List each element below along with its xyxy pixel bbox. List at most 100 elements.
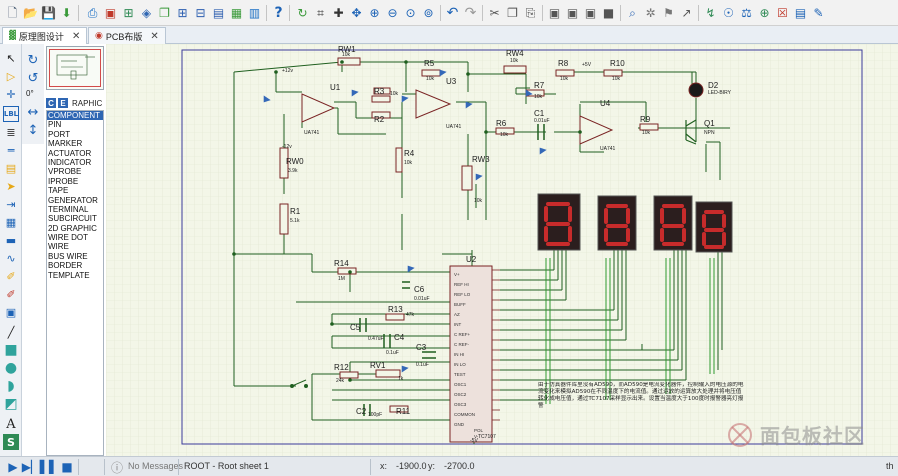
redo-icon[interactable]: ↷	[462, 4, 479, 21]
list-item[interactable]: SUBCIRCUIT	[47, 214, 103, 223]
pin-icon[interactable]: ⇥	[3, 196, 19, 212]
rotate-ccw-icon[interactable]: ↺	[25, 70, 41, 86]
circle-icon[interactable]: ●	[3, 360, 19, 376]
list-item[interactable]: PIN	[47, 120, 103, 129]
search-icon[interactable]: ☉	[720, 4, 737, 21]
zoom-in-lens-icon[interactable]: ⊕	[366, 4, 383, 21]
zoom-area-icon[interactable]: ▦	[228, 4, 245, 21]
packaging-icon[interactable]: ⚑	[660, 4, 677, 21]
symbol-icon[interactable]: S	[3, 434, 19, 450]
stop-icon[interactable]: ■	[60, 460, 74, 474]
help-icon[interactable]: ?	[270, 4, 287, 21]
pause-icon[interactable]: ▌▌	[40, 460, 58, 474]
close-icon[interactable]: ✕	[150, 31, 158, 42]
open-folder-icon[interactable]: 📂	[22, 4, 39, 21]
print-icon[interactable]: ⎙	[84, 4, 101, 21]
list-item[interactable]: TAPE	[47, 186, 103, 195]
rotate-cw-icon[interactable]: ↻	[25, 52, 41, 68]
zoom-window-icon[interactable]: ⊚	[420, 4, 437, 21]
origin-cross-icon[interactable]: ✚	[330, 4, 347, 21]
undo-icon[interactable]: ↶	[444, 4, 461, 21]
graph-icon[interactable]: ▦	[3, 214, 19, 230]
block-move-icon[interactable]: ▣	[564, 4, 581, 21]
edit-button[interactable]: E	[58, 98, 68, 108]
text-script-icon[interactable]: ≣	[3, 124, 19, 140]
schematic-canvas[interactable]: RW1 10k RW4 10k RW0 3.9k R1 5.1k RW3 10k…	[106, 44, 898, 456]
junction-dot-icon[interactable]: ✛	[3, 86, 19, 102]
box-icon[interactable]: ■	[3, 342, 19, 358]
property-assign-icon[interactable]: ⚖	[738, 4, 755, 21]
instrument-icon[interactable]: ▣	[3, 304, 19, 320]
paste-icon[interactable]: ⎘	[522, 4, 539, 21]
text-icon[interactable]: A	[3, 416, 19, 432]
grid-toggle-icon[interactable]: ⌗	[312, 4, 329, 21]
list-item[interactable]: BUS WIRE	[47, 252, 103, 261]
zoom-out-lens-icon[interactable]: ⊖	[384, 4, 401, 21]
object-selector-list[interactable]: COMPONENT PIN PORT MARKER ACTUATOR INDIC…	[46, 110, 104, 456]
list-item[interactable]: IPROBE	[47, 177, 103, 186]
list-item[interactable]: COMPONENT	[47, 111, 103, 121]
save-icon[interactable]: 💾	[40, 4, 57, 21]
origin-icon[interactable]: ◈	[138, 4, 155, 21]
list-item[interactable]: INDICATOR	[47, 158, 103, 167]
cut-icon[interactable]: ✂	[486, 4, 503, 21]
voltage-probe-icon[interactable]: ✐	[3, 268, 19, 284]
pick-button[interactable]: C	[46, 98, 56, 108]
list-item[interactable]: PORT	[47, 130, 103, 139]
select-arrow-icon[interactable]: ↖	[3, 50, 19, 66]
generator-icon[interactable]: ∿	[3, 250, 19, 266]
list-item[interactable]: BORDER	[47, 261, 103, 270]
list-item[interactable]: WIRE DOT	[47, 233, 103, 242]
arc-icon[interactable]: ◗	[3, 378, 19, 394]
list-item[interactable]: ACTUATOR	[47, 149, 103, 158]
list-item[interactable]: WIRE	[47, 242, 103, 251]
tape-icon[interactable]: ▬	[3, 232, 19, 248]
pan-icon[interactable]: ❐	[156, 4, 173, 21]
list-item[interactable]: VPROBE	[47, 167, 103, 176]
list-item[interactable]: TEMPLATE	[47, 271, 103, 280]
zoom-in-icon[interactable]: ⊞	[174, 4, 191, 21]
wire-autorouter-icon[interactable]: ↯	[702, 4, 719, 21]
subcircuit-icon[interactable]: ▤	[3, 160, 19, 176]
zoom-fit-icon[interactable]: ⊙	[402, 4, 419, 21]
list-item[interactable]: MARKER	[47, 139, 103, 148]
pick-device-icon[interactable]: ⌕	[624, 4, 641, 21]
current-probe-icon[interactable]: ✐	[3, 286, 19, 302]
bus-icon[interactable]: ═	[3, 142, 19, 158]
overview-window[interactable]	[46, 46, 104, 90]
block-rotate-icon[interactable]: ▣	[582, 4, 599, 21]
delete-sheet-icon[interactable]: ☒	[774, 4, 791, 21]
netlist-compile-icon[interactable]: ▤	[792, 4, 809, 21]
close-icon[interactable]: ✕	[72, 31, 80, 42]
block-copy-icon[interactable]: ▣	[546, 4, 563, 21]
grid-icon[interactable]: ⊞	[120, 4, 137, 21]
list-item[interactable]: 2D GRAPHIC	[47, 224, 103, 233]
area-icon[interactable]: ▣	[102, 4, 119, 21]
step-icon[interactable]: ▶▏	[22, 460, 40, 474]
pan-arrows-icon[interactable]: ✥	[348, 4, 365, 21]
mirror-y-icon[interactable]: ↕	[25, 122, 41, 138]
new-sheet-icon[interactable]: ⊕	[756, 4, 773, 21]
make-device-icon[interactable]: ✲	[642, 4, 659, 21]
mirror-x-icon[interactable]: ↔	[25, 104, 41, 120]
tab-schematic[interactable]: ▓ 原理图设计 ✕	[2, 27, 88, 44]
line-icon[interactable]: ╱	[3, 324, 19, 340]
zoom-out-icon[interactable]: ⊟	[192, 4, 209, 21]
play-icon[interactable]: ▶	[6, 460, 20, 474]
copy-icon[interactable]: ❐	[504, 4, 521, 21]
new-file-icon[interactable]: 🗋	[4, 4, 21, 21]
decompose-icon[interactable]: ↗	[678, 4, 695, 21]
component-mode-icon[interactable]: ▷	[3, 68, 19, 84]
import-icon[interactable]: ⬇	[58, 4, 75, 21]
block-delete-icon[interactable]: ■	[600, 4, 617, 21]
terminal-icon[interactable]: ➤	[3, 178, 19, 194]
refresh-icon[interactable]: ↻	[294, 4, 311, 21]
tab-pcb[interactable]: ◉ PCB布版 ✕	[88, 27, 166, 44]
wire-label-icon[interactable]: LBL	[3, 106, 19, 122]
list-item[interactable]: TERMINAL	[47, 205, 103, 214]
zoom-all-icon[interactable]: ▤	[210, 4, 227, 21]
path-icon[interactable]: ◩	[3, 396, 19, 412]
list-item[interactable]: GENERATOR	[47, 196, 103, 205]
netlist-icon[interactable]: ▥	[246, 4, 263, 21]
bom-icon[interactable]: ✎	[810, 4, 827, 21]
